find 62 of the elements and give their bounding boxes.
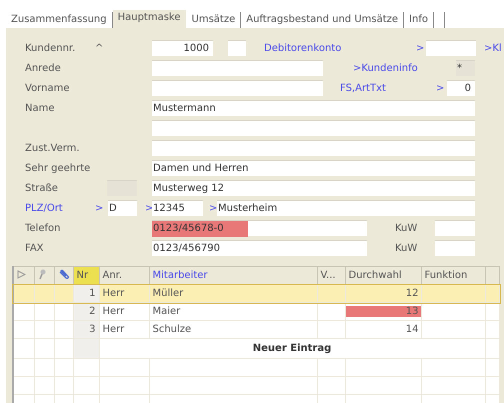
field-label: Telefon xyxy=(25,222,62,234)
link-arrow[interactable]: > xyxy=(145,202,152,214)
debitor-link[interactable]: Debitorenkonto xyxy=(264,42,416,54)
column-header[interactable]: Mitarbeiter xyxy=(149,266,317,284)
input-field[interactable]: 0123/45678-0 xyxy=(152,220,367,236)
input-field[interactable] xyxy=(152,120,475,136)
field-label: Vorname xyxy=(25,82,70,94)
column-header[interactable]: V... xyxy=(317,266,345,284)
input-field[interactable]: 0123/456790 xyxy=(152,240,367,256)
link[interactable]: >Kl xyxy=(484,42,502,54)
table-cell: Schulze xyxy=(149,320,317,338)
link-arrow[interactable]: > xyxy=(436,82,447,94)
table-row[interactable]: 1 Herr Müller 12 xyxy=(13,284,500,302)
input-field[interactable] xyxy=(152,60,323,76)
input-field[interactable]: 1000 xyxy=(152,40,213,56)
link-arrow[interactable]: > xyxy=(416,42,426,54)
key-icon[interactable] xyxy=(38,268,46,280)
input-field[interactable] xyxy=(435,220,475,236)
input-field[interactable]: Damen und Herren xyxy=(152,160,475,176)
table-cell-text: 14 xyxy=(404,324,420,335)
field-label: Straße xyxy=(25,182,59,194)
field-label: Zust.Verm. xyxy=(25,142,81,154)
table-cell: 13 xyxy=(346,306,420,317)
info-link[interactable]: >Kundeninfo xyxy=(353,62,456,74)
input-field[interactable]: 12345 xyxy=(152,200,203,216)
category-link[interactable]: FS,ArtTxt xyxy=(340,82,436,94)
input-field[interactable] xyxy=(426,40,476,56)
link-arrow[interactable]: > xyxy=(95,202,108,214)
field-label: Anrede xyxy=(25,62,62,74)
input-field[interactable] xyxy=(435,240,475,256)
field-label: Sehr geehrte xyxy=(25,162,92,174)
sort-mark[interactable]: ^ xyxy=(95,42,152,54)
table-cell: Herr xyxy=(99,320,149,338)
new-entry-button[interactable]: Neuer Eintrag xyxy=(252,343,332,354)
table-row[interactable]: 3 Herr Schulze 14 xyxy=(13,320,500,338)
column-header[interactable]: Durchwahl xyxy=(345,266,421,284)
column-header[interactable]: Anr. xyxy=(99,266,149,284)
input-field[interactable]: D xyxy=(108,200,137,216)
table-cell: Müller xyxy=(149,284,317,302)
input-field[interactable] xyxy=(152,140,475,156)
play-icon[interactable] xyxy=(17,270,26,278)
field-label: Name xyxy=(25,102,56,114)
input-field[interactable]: 0 xyxy=(447,80,475,96)
input-field[interactable]: Mustermann xyxy=(152,100,475,116)
field-label: Kundennr. xyxy=(25,42,76,54)
input-field[interactable] xyxy=(152,80,323,96)
input-field[interactable]: Musterweg 12 xyxy=(152,180,475,196)
table-cell: Herr xyxy=(99,284,149,302)
input-field[interactable]: Musterheim xyxy=(217,200,475,216)
field-label: FAX xyxy=(25,242,45,254)
column-header[interactable]: Nr xyxy=(73,266,99,284)
link-arrow[interactable]: > xyxy=(209,202,217,214)
input-field[interactable] xyxy=(228,40,246,56)
field-label: KuW xyxy=(395,242,418,254)
table-cell: 3 xyxy=(73,320,99,338)
column-header[interactable]: Funktion xyxy=(421,266,485,284)
field-label: KuW xyxy=(395,222,418,234)
field-label[interactable]: PLZ/Ort xyxy=(25,202,95,214)
table-cell: 1 xyxy=(73,284,99,302)
table-cell-text: 12 xyxy=(404,288,420,299)
tab[interactable]: Hauptmaske xyxy=(112,10,187,28)
flag-field: * xyxy=(456,60,475,76)
